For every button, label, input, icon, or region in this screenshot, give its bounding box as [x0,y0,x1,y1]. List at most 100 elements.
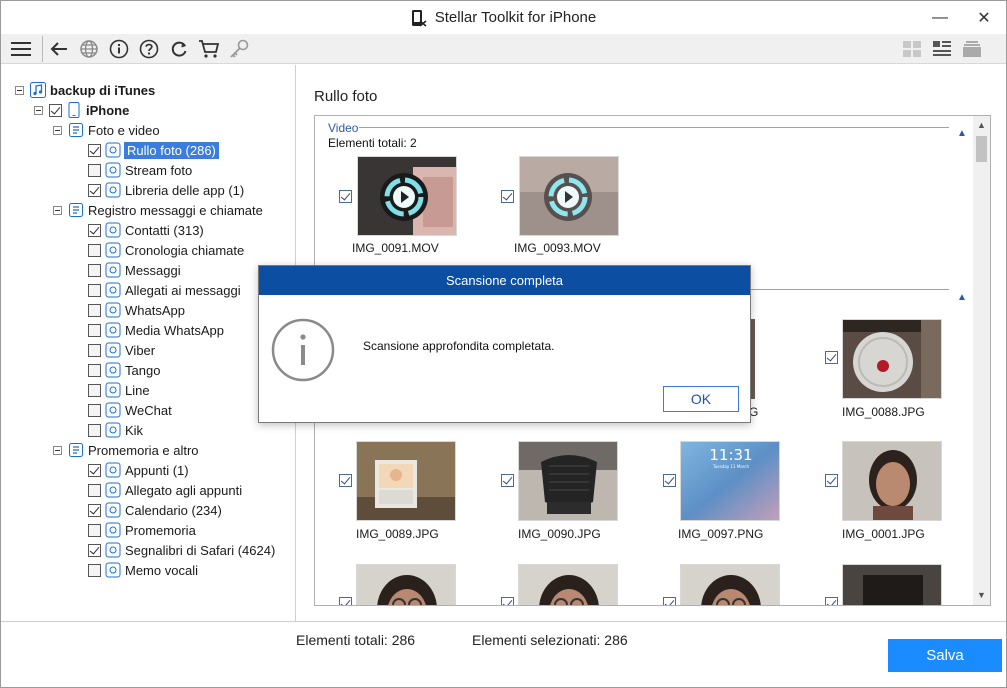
device-checkbox[interactable] [49,103,62,117]
globe-icon[interactable] [78,38,100,60]
save-button[interactable]: Salva [888,639,1002,672]
tree-item[interactable]: Segnalibri di Safari (4624) [88,540,275,560]
tree-item[interactable]: Allegato agli appunti [88,480,242,500]
media-tile-photo[interactable] [663,564,825,605]
tree-group[interactable]: Promemoria e altro [53,440,199,460]
photo-thumbnail[interactable] [356,441,456,521]
tree-item[interactable]: Messaggi [88,260,181,280]
tree-item[interactable]: Rullo foto (286) [88,140,219,160]
tree-item-checkbox[interactable] [88,343,101,357]
tree-item-checkbox[interactable] [88,283,101,297]
ok-button[interactable]: OK [663,386,739,412]
tree-item[interactable]: Contatti (313) [88,220,204,240]
tree-item[interactable]: Calendario (234) [88,500,222,520]
grid-view-icon[interactable] [901,38,923,60]
tree-item[interactable]: Stream foto [88,160,192,180]
tree-item-checkbox[interactable] [88,143,101,157]
tree-item-checkbox[interactable] [88,263,101,277]
tree-item[interactable]: Line [88,380,150,400]
cart-icon[interactable] [198,38,220,60]
tree-item-checkbox[interactable] [88,543,101,557]
collapse-toggle[interactable] [15,85,24,95]
media-tile-photo[interactable] [339,564,501,605]
tree-item-checkbox[interactable] [88,563,101,577]
media-tile-photo[interactable]: IMG_0001.JPG [825,441,987,561]
tree-item-checkbox[interactable] [88,243,101,257]
tree-item[interactable]: Libreria delle app (1) [88,180,244,200]
tree-group[interactable]: Registro messaggi e chiamate [53,200,263,220]
media-tile-video[interactable]: IMG_0091.MOV [339,156,501,276]
collapse-toggle[interactable] [53,205,62,215]
tree-item-checkbox[interactable] [88,183,101,197]
media-tile-photo[interactable]: 11:31 Tuesday 11 March IMG_0097.PNG [663,441,825,561]
tile-checkbox[interactable] [663,474,676,487]
help-icon[interactable] [138,38,160,60]
tree-item-checkbox[interactable] [88,383,101,397]
tree-item-checkbox[interactable] [88,463,101,477]
collapse-toggle[interactable] [53,125,62,135]
close-button[interactable]: ✕ [962,1,1006,34]
tree-group[interactable]: Foto e video [53,120,160,140]
tree-item-checkbox[interactable] [88,483,101,497]
tree-item[interactable]: Media WhatsApp [88,320,224,340]
info-icon[interactable] [108,38,130,60]
tree-item-checkbox[interactable] [88,403,101,417]
tree-item-checkbox[interactable] [88,303,101,317]
tree-item[interactable]: Appunti (1) [88,460,189,480]
tree-root-itunes-backup[interactable]: backup di iTunes [15,80,155,100]
media-tile-photo[interactable]: IMG_0089.JPG [339,441,501,561]
minimize-button[interactable]: — [918,1,962,34]
media-tile-photo[interactable]: IMG_0088.JPG [825,319,987,439]
tree-item[interactable]: Cronologia chiamate [88,240,244,260]
tree-item-checkbox[interactable] [88,323,101,337]
video-thumbnail[interactable] [357,156,457,236]
tree-item[interactable]: WhatsApp [88,300,185,320]
tile-checkbox[interactable] [501,474,514,487]
tile-checkbox[interactable] [825,351,838,364]
media-tile-video[interactable]: IMG_0093.MOV [501,156,663,276]
tree-item-checkbox[interactable] [88,223,101,237]
photo-thumbnail[interactable] [518,441,618,521]
tree-item-checkbox[interactable] [88,423,101,437]
gallery-scrollbar[interactable]: ▲ ▼ [973,116,990,605]
tree-item-checkbox[interactable] [88,523,101,537]
media-tile-photo[interactable]: IMG_0090.JPG [501,441,663,561]
tree-item-checkbox[interactable] [88,363,101,377]
tree-item[interactable]: Promemoria [88,520,196,540]
tree-item[interactable]: WeChat [88,400,172,420]
key-icon[interactable] [228,38,250,60]
video-collapse-arrow-icon[interactable]: ▲ [957,128,967,139]
media-tile-photo[interactable] [825,564,987,605]
tile-checkbox[interactable] [825,597,838,605]
photo-thumbnail[interactable] [842,441,942,521]
media-tile-photo[interactable] [501,564,663,605]
tile-checkbox[interactable] [339,190,352,203]
stack-view-icon[interactable] [961,38,983,60]
scroll-down-icon[interactable]: ▼ [977,590,986,600]
refresh-icon[interactable] [168,38,190,60]
photo-collapse-arrow-icon[interactable]: ▲ [957,292,967,303]
tile-checkbox[interactable] [339,597,352,605]
tile-checkbox[interactable] [501,190,514,203]
tree-item[interactable]: Allegati ai messaggi [88,280,241,300]
list-view-icon[interactable] [931,38,953,60]
tree-item[interactable]: Kik [88,420,143,440]
photo-thumbnail[interactable] [518,564,618,605]
collapse-toggle[interactable] [53,445,62,455]
tree-item[interactable]: Tango [88,360,160,380]
tile-checkbox[interactable] [501,597,514,605]
tile-checkbox[interactable] [339,474,352,487]
tile-checkbox[interactable] [825,474,838,487]
photo-thumbnail[interactable] [356,564,456,605]
tree-item[interactable]: Memo vocali [88,560,198,580]
collapse-toggle[interactable] [34,105,43,115]
menu-icon[interactable] [10,38,32,60]
tree-device-iphone[interactable]: iPhone [34,100,129,120]
scroll-up-icon[interactable]: ▲ [977,120,986,130]
photo-thumbnail[interactable] [842,319,942,399]
photo-thumbnail[interactable] [842,564,942,605]
back-icon[interactable] [48,38,70,60]
photo-thumbnail[interactable]: 11:31 Tuesday 11 March [680,441,780,521]
scrollbar-thumb[interactable] [976,136,987,162]
tree-item[interactable]: Viber [88,340,155,360]
